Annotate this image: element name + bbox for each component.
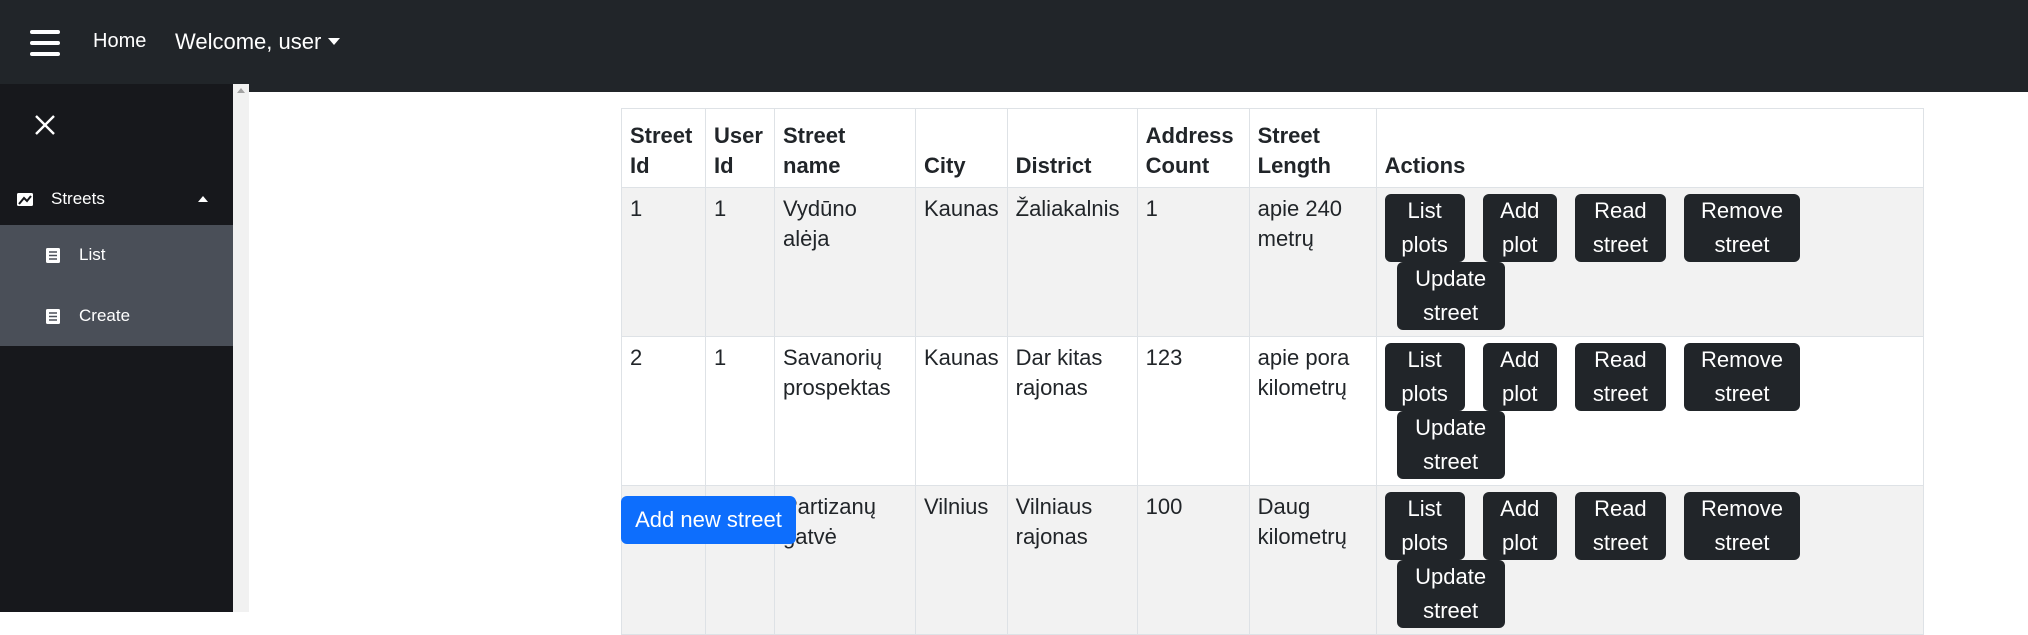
list-icon	[46, 248, 60, 263]
caret-down-icon	[328, 37, 341, 45]
list-plots-button[interactable]: List plots	[1384, 194, 1465, 262]
scrollbar[interactable]	[233, 84, 249, 612]
cell-actions: List plots Add plot Read street Remove s…	[1375, 187, 1924, 337]
table-row: 3 1 Partizanų gatvė Vilnius Vilniaus raj…	[621, 485, 1924, 635]
cell-street-name: Savanorių prospektas	[774, 336, 916, 486]
cell-address-count: 1	[1136, 187, 1250, 337]
col-district: District	[1006, 108, 1138, 188]
cell-actions: List plots Add plot Read street Remove s…	[1375, 485, 1924, 635]
add-new-street-button[interactable]: Add new street	[621, 496, 796, 544]
streets-icon	[17, 193, 33, 206]
col-user-id: User Id	[705, 108, 775, 188]
cell-street-length: apie 240 metrų	[1248, 187, 1377, 337]
add-plot-button[interactable]: Add plot	[1482, 492, 1557, 560]
user-dropdown-label: Welcome, user	[175, 29, 322, 54]
sidebar-submenu: List Create	[0, 225, 233, 346]
cell-district: Vilniaus rajonas	[1006, 485, 1138, 635]
sidebar	[0, 84, 233, 612]
table-header-row: Street Id User Id Street name City Distr…	[621, 108, 1924, 188]
streets-table: Street Id User Id Street name City Distr…	[621, 108, 1924, 635]
cell-street-id: 1	[621, 187, 706, 337]
top-navbar: Home Welcome, user	[0, 0, 2028, 84]
cell-street-length: Daug kilometrų	[1248, 485, 1377, 635]
sidebar-item-label: Create	[79, 306, 131, 325]
create-icon	[46, 309, 60, 324]
col-street-name: Street name	[774, 108, 916, 188]
scroll-up-icon[interactable]	[237, 88, 245, 93]
sidebar-item-list[interactable]: List	[0, 225, 233, 283]
update-street-button[interactable]: Update street	[1396, 560, 1505, 628]
add-plot-button[interactable]: Add plot	[1482, 343, 1557, 411]
table-row: 1 1 Vydūno alėja Kaunas Žaliakalnis 1 ap…	[621, 187, 1924, 337]
close-icon[interactable]	[30, 110, 60, 140]
cell-actions: List plots Add plot Read street Remove s…	[1375, 336, 1924, 486]
remove-street-button[interactable]: Remove street	[1684, 492, 1800, 560]
sidebar-item-label: Streets	[51, 189, 105, 208]
add-plot-button[interactable]: Add plot	[1482, 194, 1557, 262]
update-street-button[interactable]: Update street	[1396, 262, 1505, 330]
sidebar-item-create[interactable]: Create	[0, 286, 233, 344]
cell-city: Kaunas	[915, 187, 1008, 337]
caret-up-icon	[198, 196, 208, 202]
cell-street-name: Vydūno alėja	[774, 187, 916, 337]
col-city: City	[915, 108, 1008, 188]
cell-address-count: 123	[1136, 336, 1250, 486]
cell-user-id: 1	[705, 187, 775, 337]
sidebar-item-label: List	[79, 245, 106, 264]
read-street-button[interactable]: Read street	[1574, 343, 1666, 411]
cell-street-id: 2	[621, 336, 706, 486]
cell-district: Dar kitas rajonas	[1006, 336, 1138, 486]
col-address-count: Address Count	[1136, 108, 1250, 188]
col-actions: Actions	[1375, 108, 1924, 188]
read-street-button[interactable]: Read street	[1574, 492, 1666, 560]
cell-address-count: 100	[1136, 485, 1250, 635]
list-plots-button[interactable]: List plots	[1384, 492, 1465, 560]
cell-user-id: 1	[705, 336, 775, 486]
col-street-id: Street Id	[621, 108, 706, 188]
table-row: 2 1 Savanorių prospektas Kaunas Dar kita…	[621, 336, 1924, 486]
remove-street-button[interactable]: Remove street	[1684, 194, 1800, 262]
cell-city: Vilnius	[915, 485, 1008, 635]
header-band	[249, 84, 2028, 92]
list-plots-button[interactable]: List plots	[1384, 343, 1465, 411]
cell-district: Žaliakalnis	[1006, 187, 1138, 337]
remove-street-button[interactable]: Remove street	[1684, 343, 1800, 411]
sidebar-item-streets[interactable]: Streets	[0, 174, 233, 224]
hamburger-icon[interactable]	[30, 30, 60, 56]
cell-street-length: apie pora kilometrų	[1248, 336, 1377, 486]
cell-city: Kaunas	[915, 336, 1008, 486]
read-street-button[interactable]: Read street	[1574, 194, 1666, 262]
col-street-length: Street Length	[1248, 108, 1377, 188]
user-dropdown[interactable]: Welcome, user	[175, 29, 341, 55]
nav-home-link[interactable]: Home	[93, 30, 146, 53]
update-street-button[interactable]: Update street	[1396, 411, 1505, 479]
